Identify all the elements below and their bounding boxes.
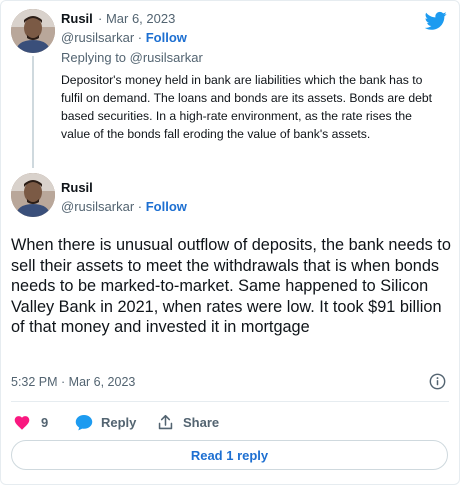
share-label: Share xyxy=(183,414,220,430)
share-button[interactable]: Share xyxy=(157,412,219,432)
follow-link[interactable]: Follow xyxy=(146,30,187,45)
handle-line: @rusilsarkar · Follow xyxy=(61,30,187,45)
handle-line: @rusilsarkar · Follow xyxy=(61,199,187,214)
divider xyxy=(11,401,449,402)
twitter-bird-icon[interactable] xyxy=(425,11,447,31)
tweet-date-text[interactable]: Mar 6, 2023 xyxy=(106,11,175,26)
replying-to[interactable]: Replying to @rusilsarkar xyxy=(61,50,203,65)
parent-tweet-text: Depositor's money held in bank are liabi… xyxy=(61,73,433,141)
share-icon xyxy=(158,414,173,429)
reply-label: Reply xyxy=(101,414,137,430)
info-icon[interactable] xyxy=(429,373,446,390)
heart-icon xyxy=(14,416,30,430)
avatar[interactable] xyxy=(11,9,55,53)
avatar[interactable] xyxy=(11,173,55,217)
like-button[interactable]: 9 xyxy=(13,412,48,432)
tweet-text: When there is unusual outflow of deposit… xyxy=(11,236,451,336)
author-name[interactable]: Rusil xyxy=(61,11,93,26)
thread-connector-line xyxy=(32,56,34,168)
tweet-date[interactable]: · Mar 6, 2023 xyxy=(98,11,175,26)
reply-bubble-icon xyxy=(75,414,93,430)
author-name[interactable]: Rusil xyxy=(61,180,93,195)
read-replies-button[interactable]: Read 1 reply xyxy=(11,440,448,470)
tweet-embed-card: Rusil · Mar 6, 2023 @rusilsarkar · Follo… xyxy=(0,0,460,485)
reply-button[interactable]: Reply xyxy=(75,412,136,432)
author-handle[interactable]: @rusilsarkar xyxy=(61,30,134,45)
author-handle[interactable]: @rusilsarkar xyxy=(61,199,134,214)
tweet-timestamp[interactable]: 5:32 PM · Mar 6, 2023 xyxy=(11,375,135,389)
follow-link[interactable]: Follow xyxy=(146,199,187,214)
like-count: 9 xyxy=(41,414,49,430)
